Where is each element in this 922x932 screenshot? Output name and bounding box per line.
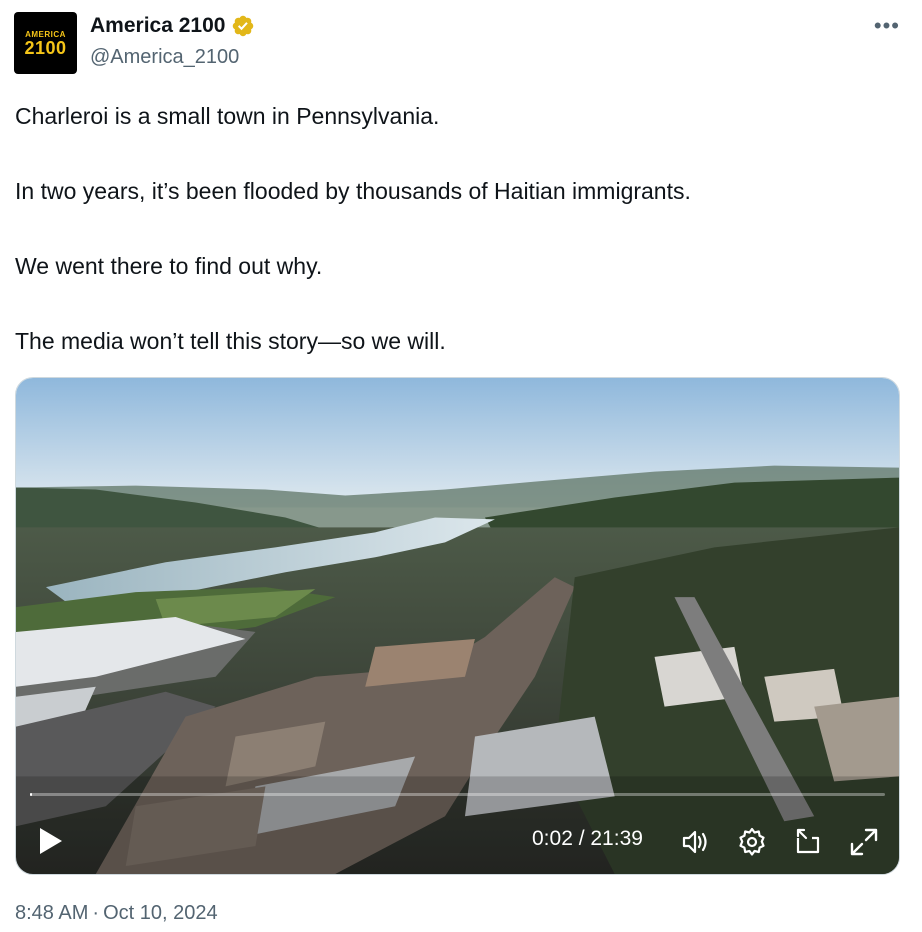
display-name[interactable]: America 2100 — [90, 14, 225, 38]
settings-gear-icon[interactable] — [736, 826, 768, 858]
video-frame-image — [16, 378, 899, 874]
timestamp-separator: · — [92, 902, 100, 924]
tweet-line-4: The media won’t tell this story—so we wi… — [15, 328, 446, 354]
video-player[interactable]: 0:02 / 21:39 — [15, 377, 900, 875]
verified-badge-icon[interactable] — [231, 14, 255, 38]
avatar[interactable]: AMERICA 2100 — [14, 12, 77, 74]
more-options-icon[interactable]: ••• — [874, 15, 900, 37]
author-name-row: America 2100 — [90, 14, 255, 38]
tweet-time[interactable]: 8:48 AM — [15, 902, 88, 924]
video-progress-fill — [30, 793, 32, 796]
picture-in-picture-icon[interactable] — [792, 826, 824, 858]
tweet-line-1: Charleroi is a small town in Pennsylvani… — [15, 103, 440, 129]
avatar-bottom-text: 2100 — [24, 37, 67, 58]
tweet-timestamp[interactable]: 8:48 AM · Oct 10, 2024 — [15, 902, 218, 925]
author-handle[interactable]: @America_2100 — [90, 46, 239, 69]
tweet-text: Charleroi is a small town in Pennsylvani… — [15, 98, 905, 361]
video-progress-bar[interactable] — [30, 793, 885, 796]
video-time-display: 0:02 / 21:39 — [532, 827, 643, 850]
tweet-date[interactable]: Oct 10, 2024 — [103, 902, 218, 924]
volume-icon[interactable] — [680, 826, 712, 858]
tweet-line-3: We went there to find out why. — [15, 253, 323, 279]
tweet-line-2: In two years, it’s been flooded by thous… — [15, 178, 691, 204]
fullscreen-icon[interactable] — [848, 826, 880, 858]
play-icon[interactable] — [38, 826, 64, 856]
